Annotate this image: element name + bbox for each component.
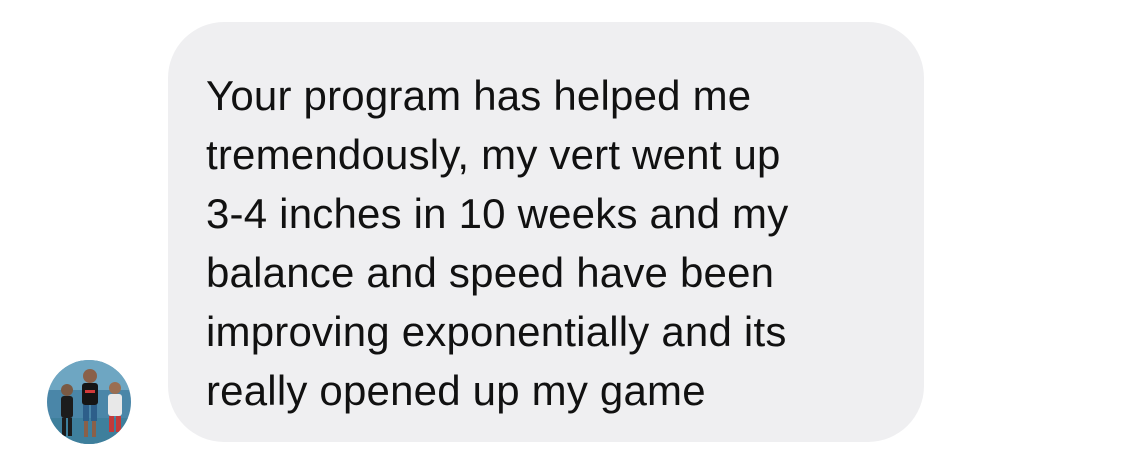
sender-avatar[interactable] xyxy=(47,360,131,444)
message-line: tremendously, my vert went up xyxy=(206,131,781,178)
message-line: improving exponentially and its xyxy=(206,308,787,355)
message-line: balance and speed have been xyxy=(206,249,775,296)
message-line: really opened up my game xyxy=(206,367,706,414)
message-bubble[interactable]: Your program has helped me tremendously,… xyxy=(168,22,924,442)
message-line: 3-4 inches in 10 weeks and my xyxy=(206,190,789,237)
profile-photo-icon xyxy=(47,360,131,444)
chat-screen: Your program has helped me tremendously,… xyxy=(0,0,1125,476)
message-text: Your program has helped me tremendously,… xyxy=(206,66,924,420)
message-line: Your program has helped me xyxy=(206,72,752,119)
